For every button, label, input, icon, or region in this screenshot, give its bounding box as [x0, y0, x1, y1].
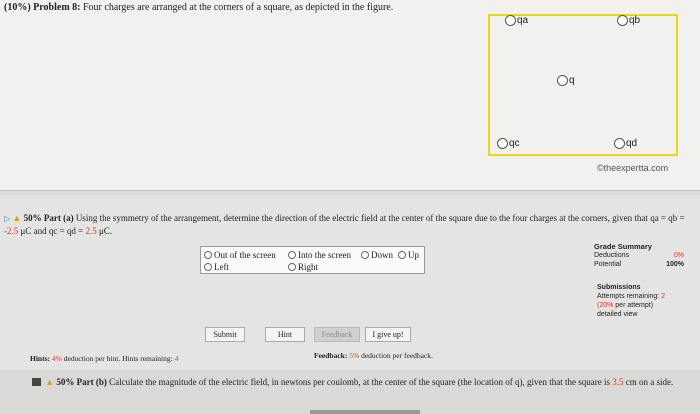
option-label: Left — [214, 262, 229, 272]
charge-q-center: q — [557, 75, 575, 86]
charge-label: q — [569, 75, 575, 86]
radio-button[interactable] — [288, 251, 296, 259]
part-a-text: Using the symmetry of the arrangement, d… — [75, 213, 648, 223]
problem-panel: (10%) Problem 8: Four charges are arrang… — [0, 0, 700, 191]
option-label: Up — [408, 250, 419, 260]
problem-title: (10%) Problem 8: Four charges are arrang… — [4, 2, 393, 13]
hints-pct: 4% — [51, 354, 62, 363]
option-label: Out of the screen — [214, 250, 276, 260]
grade-summary: Grade Summary Deductions 0% Potential 10… — [594, 242, 684, 269]
part-a-value-1: -2.5 — [4, 226, 19, 236]
attempts-row: Attempts remaining: 2 — [597, 292, 687, 301]
hints-label: Hints: — [30, 354, 51, 363]
hints-remaining: 4 — [174, 354, 179, 363]
hints-text: deduction per hint. Hints remaining: — [61, 354, 173, 363]
deductions-label: Deductions — [594, 252, 630, 259]
deductions-value: 0% — [673, 252, 684, 259]
attempts-value: 2 — [661, 293, 666, 300]
charge-qd: qd — [614, 138, 637, 149]
charge-circle-icon — [497, 138, 508, 149]
charge-label: qc — [509, 138, 520, 149]
part-b-label: Part (b) — [76, 377, 107, 387]
option-label: Right — [298, 262, 319, 272]
charge-circle-icon — [557, 75, 568, 86]
potential-row: Potential 100% — [594, 260, 684, 269]
option-into-screen[interactable]: Into the screen — [288, 250, 351, 260]
feedback-pct: 5% — [349, 351, 360, 360]
radio-button[interactable] — [288, 263, 296, 271]
per-attempt-pct: (20% — [597, 302, 614, 309]
option-label: Down — [371, 250, 393, 260]
charge-circle-icon — [614, 138, 625, 149]
feedback-text: deduction per feedback. — [359, 351, 433, 360]
option-right[interactable]: Right — [288, 262, 318, 272]
part-a-value-2: 2.5 — [85, 226, 97, 236]
option-up[interactable]: Up — [398, 250, 419, 260]
charge-qc: qc — [497, 138, 520, 149]
option-left[interactable]: Left — [204, 262, 229, 272]
part-a-weight: 50% — [23, 213, 42, 223]
per-attempt-text: per attempt) — [613, 302, 654, 309]
hints-info: Hints: 4% deduction per hint. Hints rema… — [30, 354, 178, 363]
submissions-title: Submissions — [597, 284, 641, 291]
part-a-unit: μC. — [96, 226, 113, 236]
radio-button[interactable] — [204, 263, 212, 271]
collapse-icon[interactable] — [32, 378, 41, 386]
charge-qb: qb — [617, 15, 640, 26]
part-a-label: Part (a) — [43, 213, 74, 223]
warning-icon: ▲ — [45, 377, 55, 387]
problem-text: Four charges are arranged at the corners… — [82, 2, 394, 13]
option-out-of-screen[interactable]: Out of the screen — [204, 250, 276, 260]
submissions-panel: Submissions Attempts remaining: 2 (20% p… — [597, 283, 687, 319]
part-b-value: 3.5 — [612, 377, 624, 387]
charge-figure-square — [488, 14, 678, 156]
part-b-text: Calculate the magnitude of the electric … — [109, 377, 610, 387]
give-up-button[interactable]: I give up! — [365, 327, 411, 342]
charge-qa: qa — [505, 15, 528, 26]
feedback-label: Feedback: — [314, 351, 348, 360]
option-label: Into the screen — [298, 250, 351, 260]
charge-label: qb — [629, 15, 641, 26]
detailed-view-link[interactable]: detailed view — [597, 310, 687, 319]
charge-circle-icon — [617, 15, 628, 26]
potential-label: Potential — [594, 261, 622, 268]
charge-label: qd — [626, 138, 638, 149]
direction-options: Out of the screen Into the screen Down U… — [200, 246, 425, 274]
copyright-text: ©theexpertta.com — [597, 163, 669, 173]
problem-weight: (10%) — [4, 2, 31, 13]
part-b-question: ▲ 50% Part (b) Calculate the magnitude o… — [32, 376, 692, 388]
deductions-row: Deductions 0% — [594, 251, 684, 260]
part-b-text-end: cm on a side. — [623, 377, 674, 387]
feedback-info: Feedback: 5% deduction per feedback. — [314, 351, 433, 360]
charge-label: qa — [517, 15, 529, 26]
feedback-button[interactable]: Feedback — [314, 327, 360, 342]
hint-button[interactable]: Hint — [265, 327, 305, 342]
attempts-label: Attempts remaining: — [597, 293, 660, 300]
part-b-weight: 50% — [56, 377, 75, 387]
partial-input-bar — [310, 410, 420, 414]
per-attempt-row: (20% per attempt) — [597, 301, 687, 310]
option-down[interactable]: Down — [361, 250, 393, 260]
problem-label: Problem 8: — [33, 2, 81, 13]
part-a-given-2: μC and qc = qd = — [18, 226, 86, 236]
potential-value: 100% — [666, 261, 684, 268]
expand-arrow-icon[interactable]: ▷ — [4, 214, 10, 223]
grade-summary-title: Grade Summary — [594, 242, 652, 251]
radio-button[interactable] — [361, 251, 369, 259]
charge-circle-icon — [505, 15, 516, 26]
radio-button[interactable] — [204, 251, 212, 259]
radio-button[interactable] — [398, 251, 406, 259]
submit-button[interactable]: Submit — [205, 327, 245, 342]
part-a-given-1: qa = qb = — [650, 213, 685, 223]
warning-icon: ▲ — [12, 213, 22, 223]
part-a-question: ▷ ▲ 50% Part (a) Using the symmetry of t… — [4, 212, 694, 237]
